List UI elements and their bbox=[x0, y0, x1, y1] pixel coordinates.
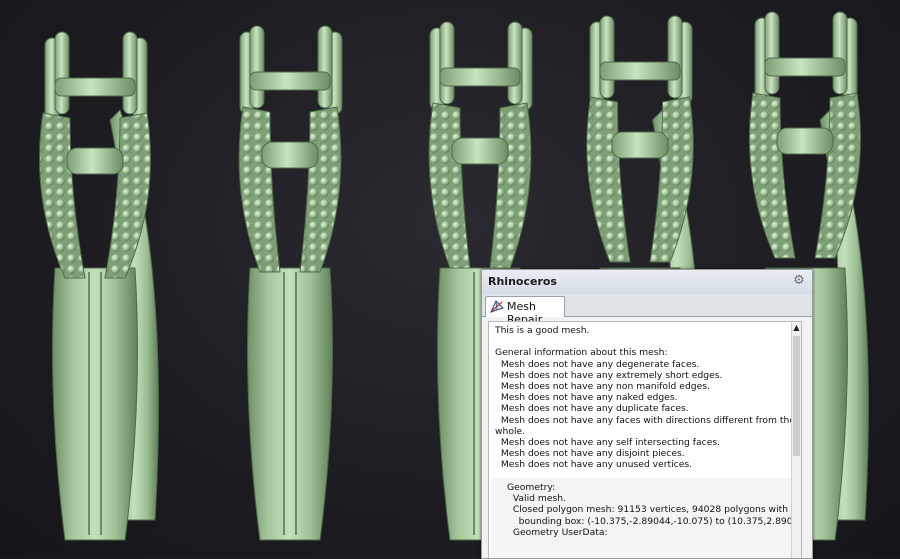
mesh-repair-panel: Rhinoceros ⚙ Mesh Repair This is a good … bbox=[481, 269, 813, 559]
report-line: Mesh does not have any faces with direct… bbox=[500, 414, 801, 426]
scrollbar[interactable]: ▲ bbox=[791, 322, 801, 558]
report-line: General information about this mesh: bbox=[495, 347, 668, 359]
report-line: Mesh does not have any naked edges. bbox=[495, 392, 678, 404]
ring-render bbox=[38, 31, 159, 541]
geometry-line: bounding box: (-10.375,-2.89044,-10.075)… bbox=[518, 515, 801, 527]
report-overflow-section: Geometry: Valid mesh. Closed polygon mes… bbox=[491, 478, 802, 558]
geometry-line: Geometry: bbox=[507, 482, 556, 493]
panel-title: Rhinoceros bbox=[488, 275, 557, 288]
geometry-line: Closed polygon mesh: 91153 vertices, 940… bbox=[507, 504, 802, 516]
report-line: Mesh does not have any self intersecting… bbox=[495, 437, 721, 449]
report-area[interactable]: This is a good mesh. General information… bbox=[488, 321, 802, 558]
tab-strip: Mesh Repair bbox=[482, 294, 812, 326]
scroll-thumb[interactable] bbox=[793, 336, 800, 456]
report-line: whole. bbox=[495, 425, 526, 437]
report-text: This is a good mesh. General information… bbox=[495, 325, 801, 471]
report-line: Mesh does not have any extremely short e… bbox=[495, 369, 723, 381]
panel-title-bar: Rhinoceros ⚙ bbox=[482, 270, 812, 295]
ring-render bbox=[238, 25, 343, 541]
report-line bbox=[495, 336, 795, 347]
geometry-text: Geometry: Valid mesh. Closed polygon mes… bbox=[507, 482, 802, 538]
tab-mesh-repair[interactable]: Mesh Repair bbox=[485, 296, 565, 326]
gear-icon[interactable]: ⚙ bbox=[792, 274, 806, 288]
report-line: Mesh does not have any unused vertices. bbox=[495, 459, 693, 471]
mesh-repair-icon bbox=[490, 300, 504, 313]
report-line: Mesh does not have any degenerate faces. bbox=[495, 358, 700, 370]
report-line: Mesh does not have any disjoint pieces. bbox=[495, 448, 685, 460]
report-line: This is a good mesh. bbox=[495, 325, 590, 336]
scroll-up-arrow-icon[interactable]: ▲ bbox=[792, 323, 801, 332]
report-line: Mesh does not have any duplicate faces. bbox=[495, 403, 689, 415]
geometry-line: Valid mesh. bbox=[507, 493, 567, 505]
report-line: Mesh does not have any non manifold edge… bbox=[495, 381, 710, 393]
geometry-line: Geometry UserData: bbox=[507, 526, 608, 538]
